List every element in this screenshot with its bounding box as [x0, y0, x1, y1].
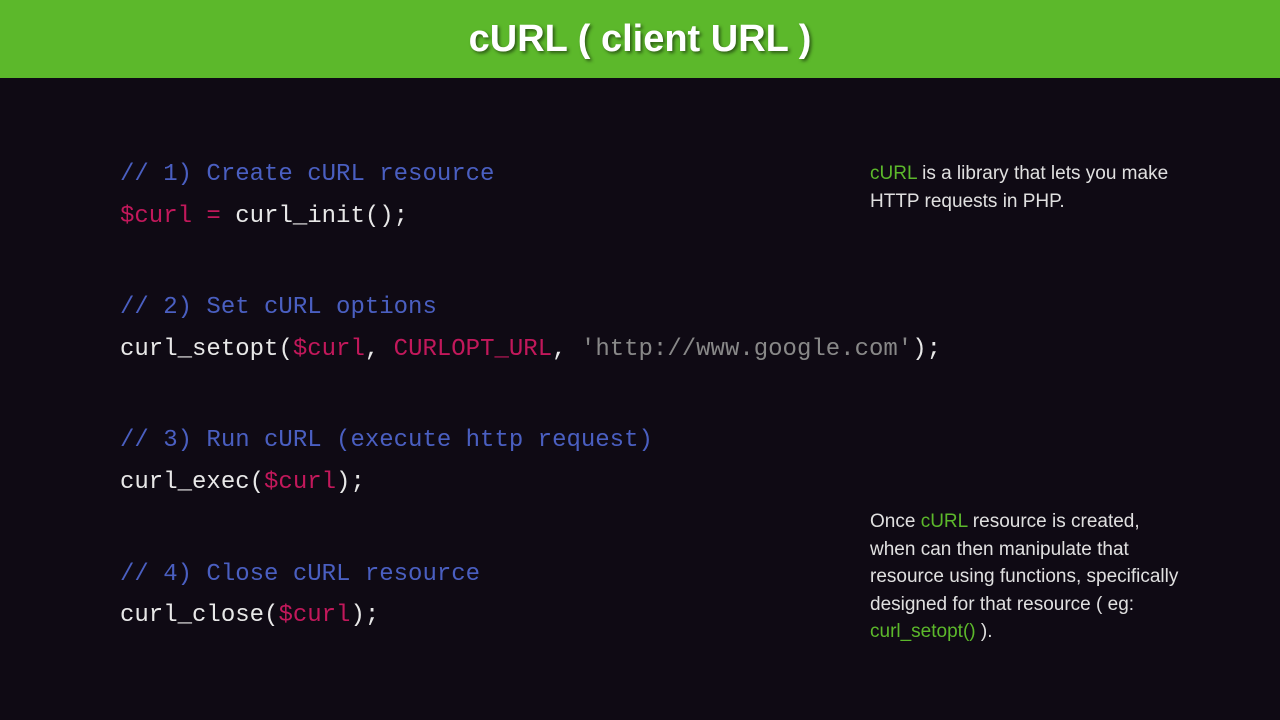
note-text: ).: [976, 621, 993, 642]
slide-title: cURL ( client URL ): [469, 18, 812, 61]
note-top: cURL is a library that lets you make HTT…: [870, 160, 1170, 215]
highlight-term: cURL: [870, 163, 917, 184]
highlight-term: cURL: [921, 511, 968, 532]
constant: CURLOPT_URL: [394, 336, 552, 363]
paren-close: );: [912, 336, 941, 363]
comma: ,: [552, 336, 581, 363]
note-text: Once: [870, 511, 921, 532]
highlight-term: curl_setopt(): [870, 621, 976, 642]
function-call: curl_init: [235, 203, 365, 230]
code-line-2: curl_setopt($curl, CURLOPT_URL, 'http://…: [120, 333, 941, 367]
slide-body: // 1) Create cURL resource $curl = curl_…: [0, 78, 1280, 720]
code-block-4: // 4) Close cURL resource curl_close($cu…: [120, 558, 941, 633]
arg-variable: $curl: [264, 469, 336, 496]
code-line-3: curl_exec($curl);: [120, 466, 941, 500]
code-area: // 1) Create cURL resource $curl = curl_…: [120, 158, 941, 691]
parens: ();: [365, 203, 408, 230]
comma: ,: [365, 336, 394, 363]
function-call: curl_exec: [120, 469, 250, 496]
comment-3: // 3) Run cURL (execute http request): [120, 424, 941, 458]
code-line-1: $curl = curl_init();: [120, 200, 941, 234]
variable: $curl: [120, 203, 192, 230]
paren-close: );: [336, 469, 365, 496]
arg-variable: $curl: [293, 336, 365, 363]
note-bottom: Once cURL resource is created, when can …: [870, 508, 1180, 646]
comment-2: // 2) Set cURL options: [120, 291, 941, 325]
function-call: curl_setopt: [120, 336, 278, 363]
code-line-4: curl_close($curl);: [120, 599, 941, 633]
function-call: curl_close: [120, 602, 264, 629]
paren-close: );: [350, 602, 379, 629]
slide-header: cURL ( client URL ): [0, 0, 1280, 78]
paren-open: (: [264, 602, 278, 629]
paren-open: (: [250, 469, 264, 496]
comment-1: // 1) Create cURL resource: [120, 158, 941, 192]
operator: =: [192, 203, 235, 230]
string-literal: 'http://www.google.com': [581, 336, 912, 363]
code-block-1: // 1) Create cURL resource $curl = curl_…: [120, 158, 941, 233]
code-block-2: // 2) Set cURL options curl_setopt($curl…: [120, 291, 941, 366]
paren-open: (: [278, 336, 292, 363]
code-block-3: // 3) Run cURL (execute http request) cu…: [120, 424, 941, 499]
comment-4: // 4) Close cURL resource: [120, 558, 941, 592]
arg-variable: $curl: [278, 602, 350, 629]
